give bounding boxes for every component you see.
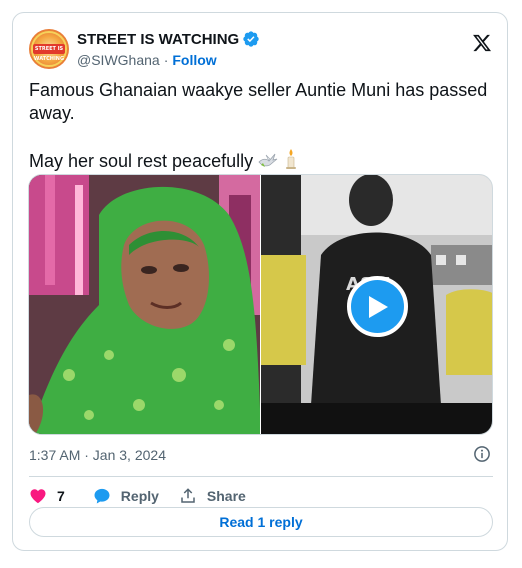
author-handle[interactable]: @SIWGhana: [77, 52, 160, 68]
tweet-embed-card: STREET IS WATCHING STREET IS WATCHING @S…: [12, 12, 508, 551]
avatar-band: STREET IS WATCHING: [33, 44, 65, 62]
dove-emoji-icon: [258, 153, 278, 167]
display-name-row: STREET IS WATCHING: [77, 29, 260, 49]
tweet-text: Famous Ghanaian waakye seller Auntie Mun…: [29, 79, 493, 173]
timestamp-row: 1:37 AM · Jan 3, 2024: [29, 445, 493, 465]
tweet-line-2-row: May her soul rest peacefully: [29, 148, 493, 173]
like-count: 7: [57, 488, 65, 504]
author-names: STREET IS WATCHING @SIWGhana · Follow: [77, 29, 260, 70]
play-button[interactable]: [347, 276, 408, 337]
play-icon: [368, 295, 388, 318]
reply-bubble-icon: [94, 488, 110, 504]
tweet-header: STREET IS WATCHING STREET IS WATCHING @S…: [29, 25, 493, 73]
tweet-line-2: May her soul rest peacefully: [29, 151, 254, 171]
tweet-line-1: Famous Ghanaian waakye seller Auntie Mun…: [29, 80, 488, 123]
author-display-name[interactable]: STREET IS WATCHING: [77, 31, 239, 48]
avatar-text: STREET IS WATCHING: [33, 46, 65, 62]
share-label: Share: [206, 488, 246, 504]
candle-emoji-icon: [286, 149, 297, 169]
share-icon: [181, 488, 195, 503]
read-reply-button[interactable]: Read 1 reply: [29, 507, 493, 537]
x-logo-icon[interactable]: [471, 33, 493, 53]
divider: [29, 476, 493, 477]
read-reply-label: Read 1 reply: [219, 514, 303, 530]
verified-badge-icon: [243, 31, 259, 47]
woman-photo-art: [29, 175, 260, 434]
heart-icon: [30, 489, 46, 504]
info-icon[interactable]: [473, 445, 491, 463]
author-avatar[interactable]: STREET IS WATCHING: [29, 29, 69, 69]
woman-in-green-hijab-image[interactable]: [29, 175, 260, 434]
handle-row: @SIWGhana · Follow: [77, 50, 260, 70]
follow-link[interactable]: Follow: [172, 52, 216, 68]
separator-dot: ·: [163, 52, 169, 68]
like-button[interactable]: 7: [29, 487, 65, 505]
reply-button[interactable]: Reply: [93, 487, 159, 505]
reply-label: Reply: [120, 488, 159, 504]
tweet-media[interactable]: ASM: [28, 174, 493, 435]
share-button[interactable]: Share: [179, 487, 246, 505]
tweet-timestamp[interactable]: 1:37 AM · Jan 3, 2024: [29, 447, 166, 463]
